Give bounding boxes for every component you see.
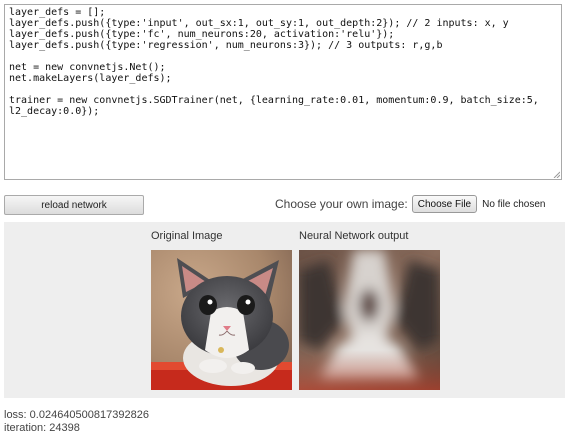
code-line: net.makeLayers(layer_defs); (9, 73, 172, 84)
code-line: layer_defs.push({type:'regression', num_… (9, 40, 443, 51)
code-line: layer_defs.push({type:'fc', num_neurons:… (9, 29, 395, 40)
reload-network-button[interactable]: reload network (4, 195, 144, 215)
code-line: l2_decay:0.0}); (9, 106, 100, 117)
code-editor[interactable]: layer_defs = []; layer_defs.push({type:'… (4, 4, 562, 180)
code-line: trainer = new convnetjs.SGDTrainer(net, … (9, 95, 539, 106)
choose-image-label: Choose your own image: (275, 197, 408, 211)
original-image (151, 250, 292, 390)
resize-grip-icon[interactable] (553, 171, 560, 178)
network-output-image (299, 250, 440, 390)
output-image-caption: Neural Network output (299, 230, 409, 242)
original-image-caption: Original Image (151, 230, 223, 242)
code-line: net = new convnetjs.Net(); (9, 62, 166, 73)
choose-file-button[interactable]: Choose File (411, 195, 478, 213)
image-panel: Original Image Neural Network output (4, 222, 565, 398)
no-file-status: No file chosen (482, 198, 546, 210)
code-line: layer_defs = []; (9, 7, 106, 18)
training-stats: loss: 0.024640500817392826 iteration: 24… (4, 409, 149, 435)
file-chooser: Choose your own image: Choose File No fi… (275, 195, 545, 213)
loss-readout: loss: 0.024640500817392826 (4, 409, 149, 421)
code-line: layer_defs.push({type:'input', out_sx:1,… (9, 18, 509, 29)
iteration-readout: iteration: 24398 (4, 422, 80, 434)
